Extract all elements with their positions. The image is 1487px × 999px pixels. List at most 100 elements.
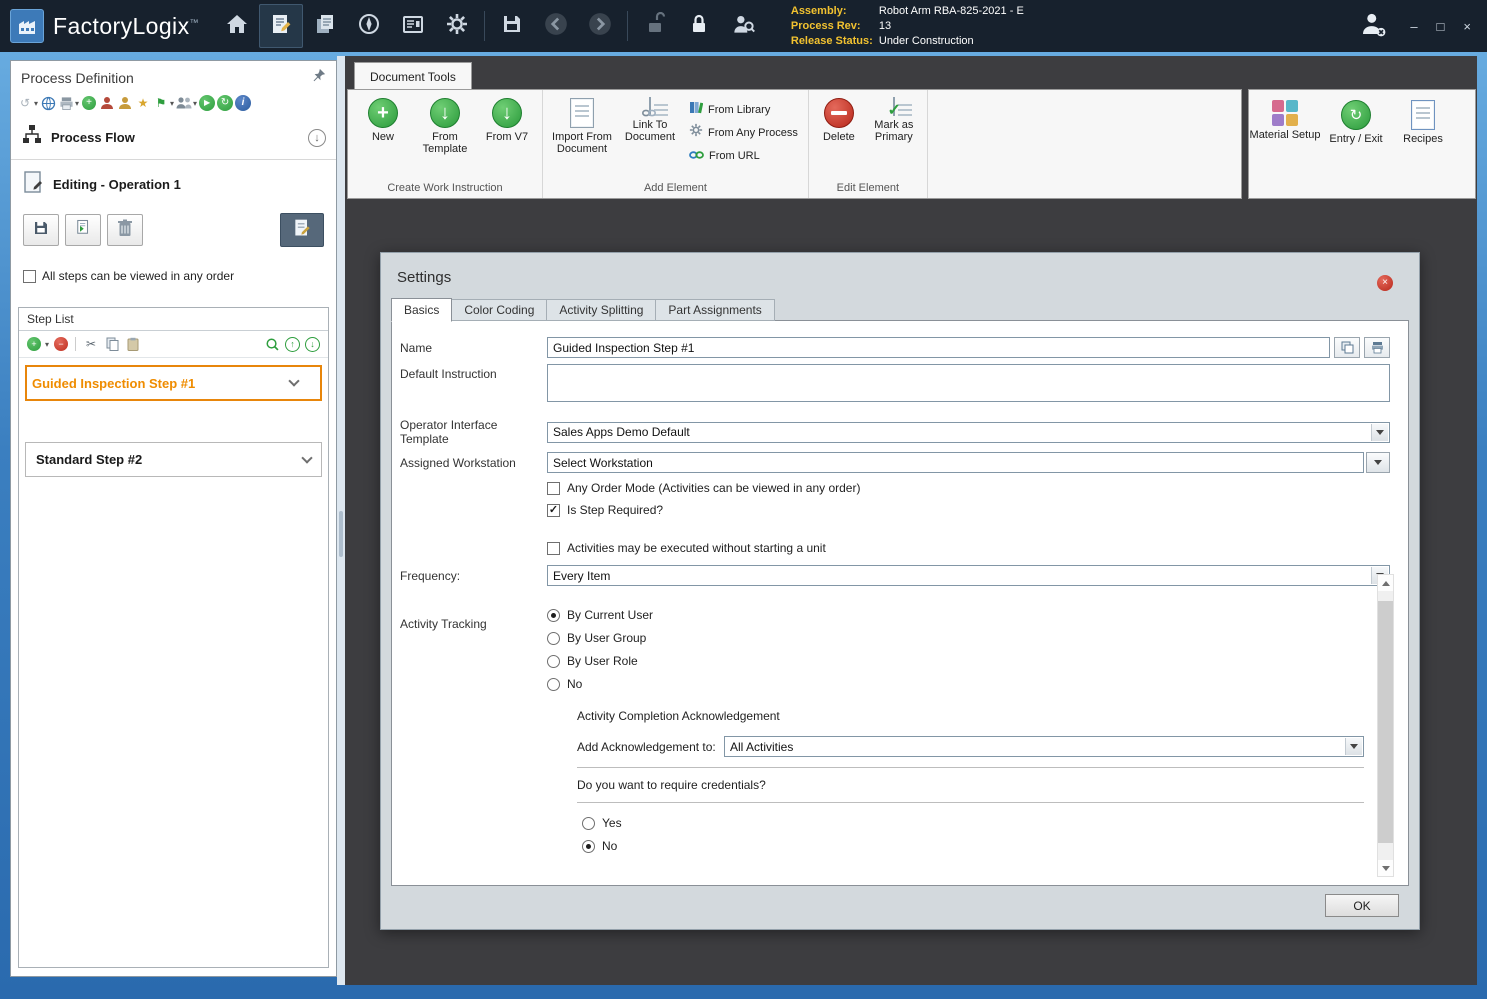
import-from-document-button[interactable]: Import From Document [547, 96, 617, 155]
ack-select[interactable]: All Activities [724, 736, 1364, 757]
workstation-dropdown-button[interactable] [1366, 452, 1390, 473]
tab-activity-splitting[interactable]: Activity Splitting [547, 299, 657, 321]
back-button[interactable] [534, 4, 578, 48]
print-dropdown-icon[interactable]: ▾ [75, 99, 79, 108]
history-dropdown-icon[interactable]: ▾ [34, 99, 38, 108]
delete-step-button[interactable] [107, 214, 143, 246]
lock-button[interactable] [677, 4, 721, 48]
any-order-label: Any Order Mode (Activities can be viewed… [567, 481, 861, 495]
reports-button[interactable] [391, 4, 435, 48]
recipes-button[interactable]: Recipes [1391, 98, 1455, 145]
settings-button[interactable] [435, 4, 479, 48]
compass-icon [357, 12, 381, 41]
navigator-button[interactable] [347, 4, 391, 48]
chevron-down-icon[interactable] [288, 375, 300, 387]
pin-icon[interactable] [312, 68, 326, 87]
forward-button[interactable] [578, 4, 622, 48]
name-print-button[interactable] [1364, 337, 1390, 358]
tracking-radio-user-group[interactable]: By User Group [547, 631, 653, 645]
tracking-radio-user-role[interactable]: By User Role [547, 654, 653, 668]
close-button[interactable]: × [1463, 20, 1471, 33]
paste-icon[interactable] [125, 335, 141, 353]
user-session-button[interactable] [1350, 4, 1396, 48]
sync-icon[interactable]: ↻ [217, 94, 234, 112]
assign-person-icon[interactable] [99, 94, 115, 112]
audit-trail-button[interactable] [721, 4, 765, 48]
credentials-radio-yes[interactable]: Yes [582, 816, 1408, 830]
panel-splitter[interactable] [337, 56, 345, 985]
credentials-radio-no[interactable]: No [582, 839, 1408, 853]
from-v7-button[interactable]: ↓ From V7 [476, 96, 538, 143]
flag-icon[interactable]: ⚑ [153, 94, 169, 112]
divider [577, 767, 1364, 768]
scroll-down-button[interactable] [1378, 860, 1393, 876]
operator-template-select[interactable]: Sales Apps Demo Default [547, 421, 1390, 443]
home-button[interactable] [215, 4, 259, 48]
flag-dropdown-icon[interactable]: ▾ [170, 99, 174, 108]
material-setup-button[interactable]: Material Setup [1249, 98, 1321, 141]
default-instruction-textarea[interactable] [547, 364, 1390, 402]
save-step-button[interactable] [23, 214, 59, 246]
people-dropdown-icon[interactable]: ▾ [193, 99, 197, 108]
tab-part-assignments[interactable]: Part Assignments [656, 299, 775, 321]
entry-exit-button[interactable]: ↻ Entry / Exit [1321, 98, 1391, 145]
production-button[interactable] [303, 4, 347, 48]
dialog-close-button[interactable]: × [1377, 275, 1393, 291]
edit-work-instruction-button[interactable] [280, 213, 324, 247]
chevron-down-icon[interactable] [301, 451, 313, 464]
tracking-radio-current-user[interactable]: By Current User [547, 608, 653, 622]
add-step-icon[interactable]: + [27, 337, 41, 351]
info-icon[interactable]: i [235, 94, 252, 112]
all-steps-any-order-checkbox[interactable] [23, 269, 36, 283]
move-step-down-icon[interactable]: ↓ [305, 336, 320, 352]
import-step-button[interactable] [65, 214, 101, 246]
from-template-button[interactable]: ↓ From Template [414, 96, 476, 155]
history-icon[interactable]: ↺ [17, 94, 33, 112]
step-item-guided-inspection[interactable]: Guided Inspection Step #1 [25, 365, 322, 401]
link-to-document-button[interactable]: Link To Document [617, 96, 683, 143]
person-icon[interactable] [117, 94, 133, 112]
copy-icon[interactable] [104, 335, 120, 353]
name-copy-button[interactable] [1334, 337, 1360, 358]
frequency-select[interactable]: Every Item [547, 565, 1390, 586]
print-icon[interactable] [58, 94, 74, 112]
dialog-scrollbar[interactable] [1377, 574, 1394, 877]
step-item-standard[interactable]: Standard Step #2 [25, 442, 322, 477]
delete-element-button[interactable]: Delete [813, 96, 865, 143]
move-step-up-icon[interactable]: ↑ [285, 336, 300, 352]
scroll-thumb[interactable] [1378, 601, 1393, 843]
from-url-button[interactable]: From URL [683, 144, 804, 167]
step-required-checkbox[interactable]: ✓ [547, 503, 560, 517]
maximize-button[interactable]: □ [1437, 20, 1445, 33]
from-any-process-button[interactable]: From Any Process [683, 121, 804, 144]
unlock-button[interactable] [633, 4, 677, 48]
splitter-grip[interactable] [339, 511, 343, 557]
ribbon-group-title: Create Work Instruction [387, 182, 503, 194]
add-step-dropdown-icon[interactable]: ▾ [45, 340, 49, 349]
from-library-button[interactable]: From Library [683, 98, 804, 121]
people-icon[interactable] [176, 94, 192, 112]
tab-basics[interactable]: Basics [391, 298, 453, 322]
tab-color-coding[interactable]: Color Coding [452, 299, 548, 321]
any-order-checkbox[interactable] [547, 481, 560, 495]
share-icon[interactable] [40, 94, 56, 112]
save-button[interactable] [490, 4, 534, 48]
plugin-icon[interactable]: + [81, 94, 97, 112]
tracking-radio-no[interactable]: No [547, 677, 653, 691]
play-icon[interactable]: ▶ [199, 94, 216, 112]
favorite-star-icon[interactable]: ★ [135, 94, 151, 112]
scroll-up-button[interactable] [1378, 575, 1393, 591]
remove-step-icon[interactable]: − [54, 337, 69, 351]
zoom-step-icon[interactable] [264, 335, 280, 353]
tab-document-tools[interactable]: Document Tools [354, 62, 472, 90]
cut-icon[interactable]: ✂ [83, 335, 99, 353]
workstation-select[interactable]: Select Workstation [547, 452, 1364, 473]
process-editor-button[interactable] [258, 4, 303, 48]
mark-as-primary-button[interactable]: ✓ Mark as Primary [865, 96, 923, 143]
ok-button[interactable]: OK [1325, 894, 1399, 917]
name-input[interactable] [547, 337, 1330, 358]
without-unit-checkbox[interactable] [547, 541, 560, 555]
collapse-icon[interactable]: ↓ [308, 128, 326, 147]
minimize-button[interactable]: – [1410, 20, 1417, 33]
new-instruction-button[interactable]: + New [352, 96, 414, 143]
